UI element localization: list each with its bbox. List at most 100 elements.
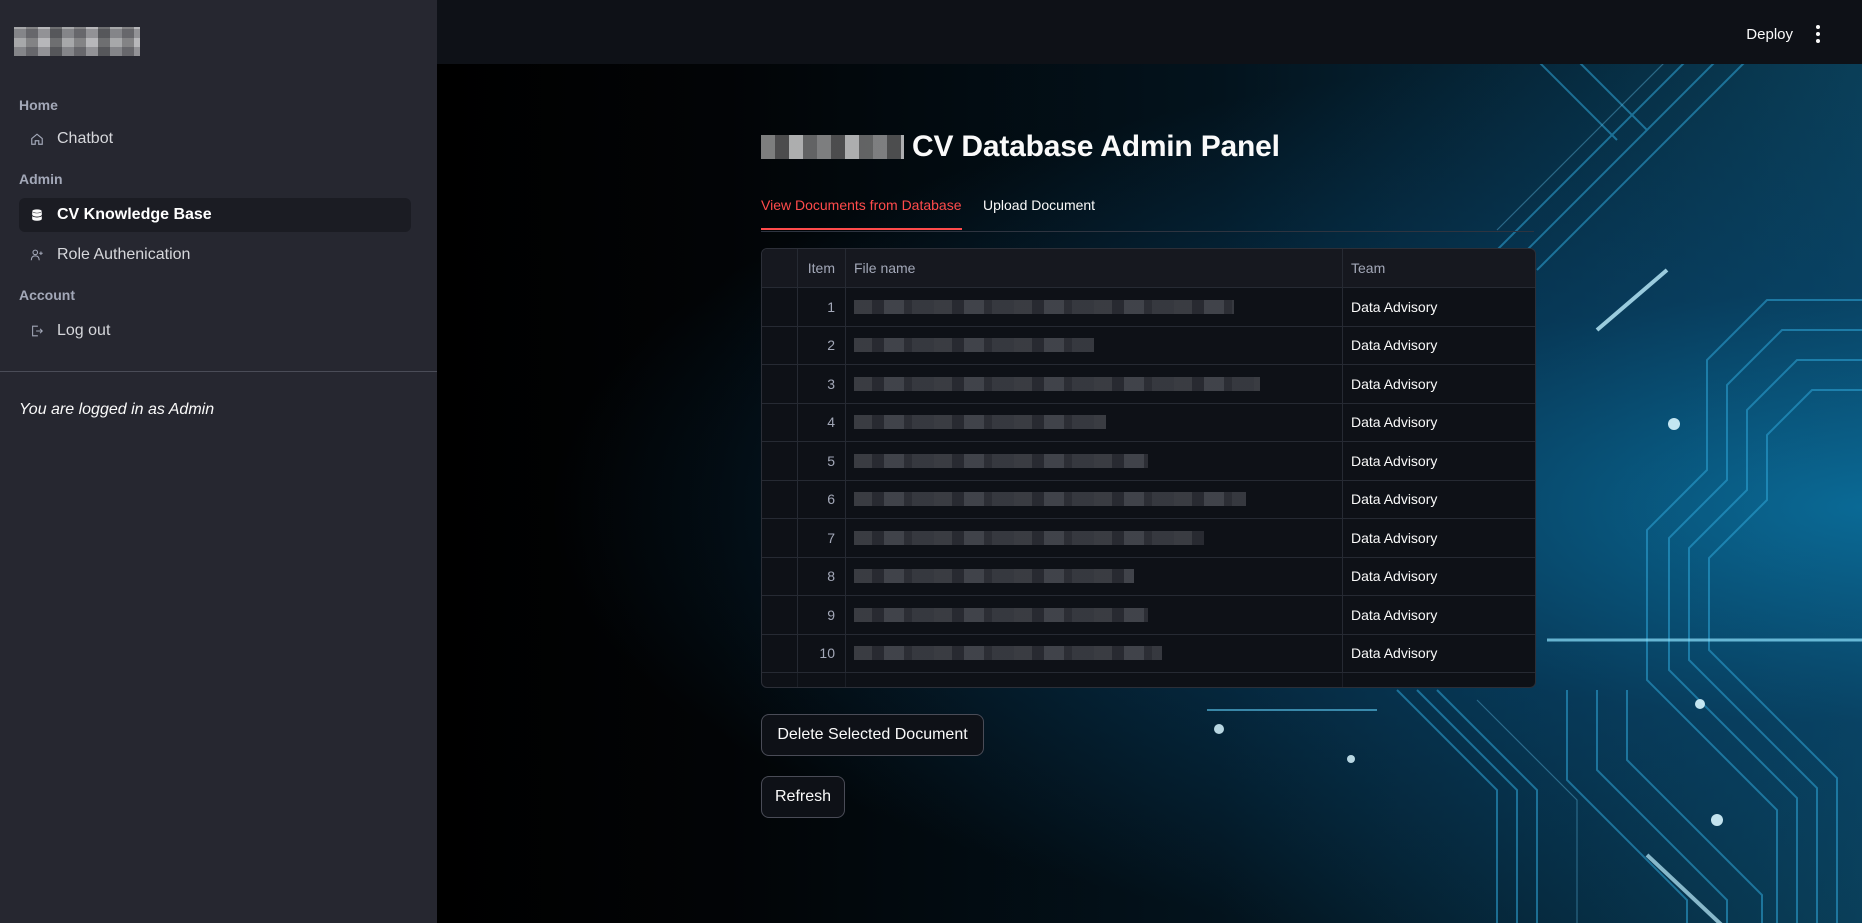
team-cell: Data Advisory xyxy=(1351,299,1438,315)
row-select-cell[interactable] xyxy=(762,442,798,480)
item-cell: 7 xyxy=(798,519,846,557)
row-select-cell[interactable] xyxy=(762,673,798,687)
item-cell: 1 xyxy=(798,288,846,326)
table-row[interactable]: 2 Data Advisory xyxy=(762,326,1535,365)
file-name-cell xyxy=(846,442,1343,480)
team-cell: Data Advisory xyxy=(1351,607,1438,623)
tab-bar: View Documents from Database Upload Docu… xyxy=(761,195,1534,232)
sidebar-item-label: Log out xyxy=(57,322,111,339)
redacted-file-name xyxy=(854,454,1148,468)
item-cell xyxy=(798,673,846,687)
tab-upload-document[interactable]: Upload Document xyxy=(983,197,1095,213)
page-header: CV Database Admin Panel xyxy=(761,130,1280,164)
table-row[interactable]: 7 Data Advisory xyxy=(762,519,1535,558)
sidebar-divider xyxy=(0,371,437,372)
team-cell: Data Advisory xyxy=(1351,414,1438,430)
team-cell: Data Advisory xyxy=(1351,645,1438,661)
table-row[interactable]: 9 Data Advisory xyxy=(762,596,1535,635)
table-row[interactable]: 4 Data Advisory xyxy=(762,403,1535,442)
redacted-file-name xyxy=(854,377,1260,391)
home-icon xyxy=(29,131,45,147)
table-row[interactable]: 10 Data Advisory xyxy=(762,634,1535,673)
row-select-cell[interactable] xyxy=(762,326,798,364)
file-name-cell xyxy=(846,288,1343,326)
row-select-cell[interactable] xyxy=(762,480,798,518)
table-row[interactable]: 8 Data Advisory xyxy=(762,557,1535,596)
file-name-cell xyxy=(846,557,1343,595)
file-name-cell xyxy=(846,519,1343,557)
refresh-button[interactable]: Refresh xyxy=(761,776,845,818)
sidebar-item-label: Chatbot xyxy=(57,130,114,147)
more-options-icon[interactable] xyxy=(1810,22,1826,46)
team-cell: Data Advisory xyxy=(1351,453,1438,469)
item-cell: 10 xyxy=(798,634,846,672)
item-cell: 2 xyxy=(798,326,846,364)
redacted-file-name xyxy=(854,492,1246,506)
user-add-icon xyxy=(29,247,45,263)
team-cell: Data Advisory xyxy=(1351,337,1438,353)
database-icon xyxy=(29,207,45,223)
documents-table[interactable]: Item File name Team 1 Data Advisory 2 Da… xyxy=(761,248,1536,688)
file-name-cell xyxy=(846,403,1343,441)
row-select-cell[interactable] xyxy=(762,365,798,403)
item-cell: 6 xyxy=(798,480,846,518)
redacted-file-name xyxy=(854,531,1204,545)
sidebar-item-chatbot[interactable]: Chatbot xyxy=(19,122,411,156)
file-name-cell xyxy=(846,480,1343,518)
redacted-file-name xyxy=(854,338,1094,352)
redacted-file-name xyxy=(854,569,1134,583)
deploy-button[interactable]: Deploy xyxy=(1746,26,1793,43)
nav-section-account: Account xyxy=(19,287,75,303)
file-name-cell xyxy=(846,326,1343,364)
row-select-cell[interactable] xyxy=(762,519,798,557)
sidebar: Home Chatbot Admin CV Knowledge Base Rol… xyxy=(0,0,437,923)
item-cell: 9 xyxy=(798,596,846,634)
delete-selected-document-button[interactable]: Delete Selected Document xyxy=(761,714,984,756)
nav-section-admin: Admin xyxy=(19,171,63,187)
sidebar-item-label: Role Authenication xyxy=(57,246,191,263)
row-select-cell[interactable] xyxy=(762,288,798,326)
item-cell: 8 xyxy=(798,557,846,595)
table-row[interactable]: 6 Data Advisory xyxy=(762,480,1535,519)
item-cell: 4 xyxy=(798,403,846,441)
team-cell: Data Advisory xyxy=(1351,530,1438,546)
row-select-cell[interactable] xyxy=(762,557,798,595)
title-logo xyxy=(761,135,904,159)
team-cell: Data Advisory xyxy=(1351,376,1438,392)
sidebar-item-log-out[interactable]: Log out xyxy=(19,314,411,348)
file-name-cell xyxy=(846,365,1343,403)
table-row[interactable]: 5 Data Advisory xyxy=(762,442,1535,481)
row-select-header xyxy=(762,249,798,287)
table-row[interactable]: 1 Data Advisory xyxy=(762,288,1535,327)
nav-section-home: Home xyxy=(19,97,58,113)
file-name-cell xyxy=(846,673,1343,687)
table-header-row: Item File name Team xyxy=(762,249,1535,288)
column-header-item[interactable]: Item xyxy=(798,249,846,287)
team-cell xyxy=(1343,673,1535,687)
redacted-file-name xyxy=(854,646,1162,660)
table-row[interactable]: 3 Data Advisory xyxy=(762,365,1535,404)
file-name-cell xyxy=(846,634,1343,672)
sidebar-item-label: CV Knowledge Base xyxy=(57,206,212,223)
sidebar-item-role-authentication[interactable]: Role Authenication xyxy=(19,238,411,272)
redacted-file-name xyxy=(854,608,1148,622)
item-cell: 5 xyxy=(798,442,846,480)
column-header-team[interactable]: Team xyxy=(1343,249,1535,287)
table-row-partial[interactable] xyxy=(762,673,1535,687)
page-title: CV Database Admin Panel xyxy=(912,130,1280,163)
redacted-file-name xyxy=(854,300,1234,314)
top-toolbar: Deploy xyxy=(437,0,1862,64)
file-name-cell xyxy=(846,596,1343,634)
redacted-file-name xyxy=(854,415,1106,429)
row-select-cell[interactable] xyxy=(762,403,798,441)
sidebar-item-cv-knowledge-base[interactable]: CV Knowledge Base xyxy=(19,198,411,232)
login-status-text: You are logged in as Admin xyxy=(19,401,215,418)
item-cell: 3 xyxy=(798,365,846,403)
logo xyxy=(14,27,140,56)
column-header-file-name[interactable]: File name xyxy=(846,249,1343,287)
row-select-cell[interactable] xyxy=(762,596,798,634)
logout-icon xyxy=(29,323,45,339)
team-cell: Data Advisory xyxy=(1351,491,1438,507)
tab-view-documents[interactable]: View Documents from Database xyxy=(761,197,962,230)
row-select-cell[interactable] xyxy=(762,634,798,672)
